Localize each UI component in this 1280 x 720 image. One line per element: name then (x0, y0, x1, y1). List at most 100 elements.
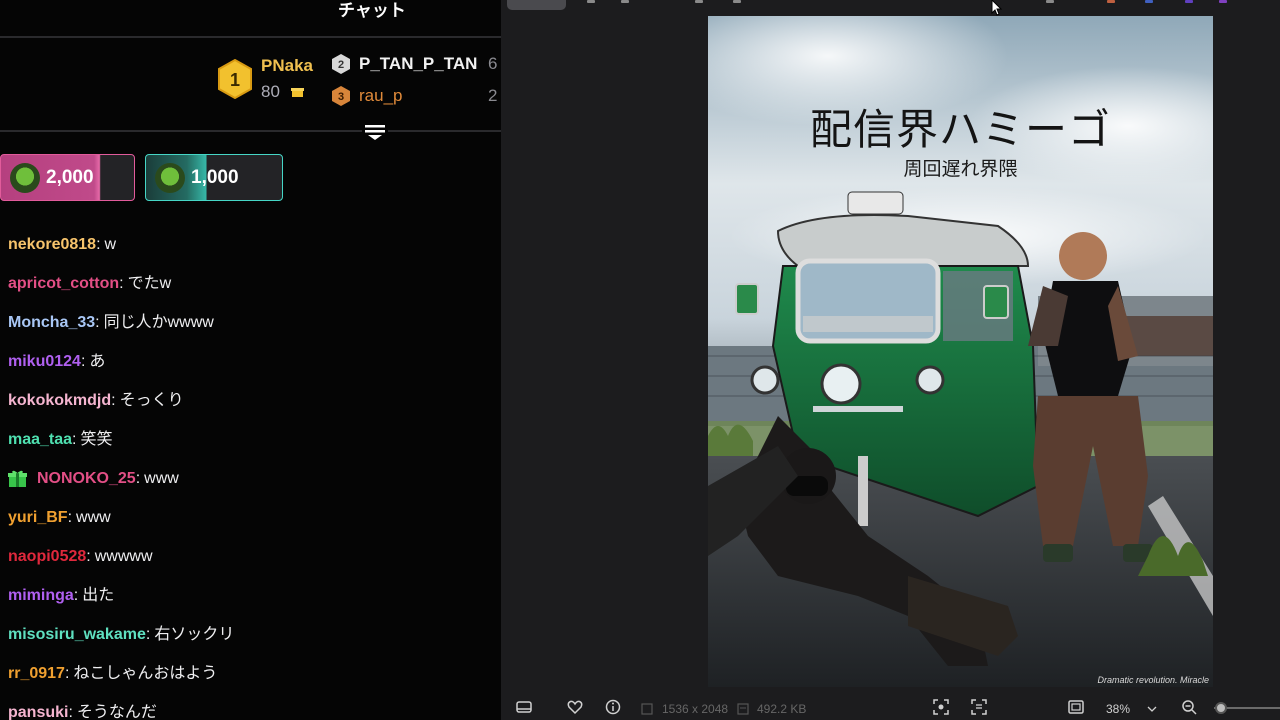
chat-message: NONOKO_25: www (8, 459, 498, 498)
chat-text: あ (89, 352, 106, 370)
chat-username[interactable]: Moncha_33 (8, 309, 95, 337)
hype-train-card[interactable]: 2,000 (0, 154, 135, 201)
chat-username[interactable]: naopi0528 (8, 543, 86, 571)
chat-username[interactable]: apricot_cotton (8, 270, 119, 298)
chat-message: apricot_cotton: でたw (8, 264, 498, 303)
chat-username[interactable]: yuri_BF (8, 504, 68, 532)
chat-text: w (104, 235, 117, 253)
avatar (155, 162, 185, 193)
file-size-icon (737, 703, 749, 715)
zoom-level[interactable]: 38% (1106, 702, 1130, 716)
toolbar-tool[interactable] (1219, 0, 1227, 3)
rank-3-number: 3 (338, 91, 344, 103)
heart-icon[interactable] (567, 699, 583, 715)
chat-text: ねこしゃんおはよう (73, 664, 218, 682)
chat-username[interactable]: miminga (8, 582, 74, 610)
header-divider (0, 36, 501, 38)
toolbar-tool[interactable] (621, 0, 629, 3)
avatar (10, 162, 40, 193)
chat-text: 右ソックリ (154, 625, 235, 643)
toolbar-tool[interactable] (733, 0, 741, 3)
chat-username[interactable]: nekore0818 (8, 231, 96, 259)
tab-active[interactable] (507, 0, 566, 10)
chat-username[interactable]: kokokokmdjd (8, 387, 111, 415)
chat-text: そうなんだ (76, 703, 157, 720)
bits-icon (291, 88, 304, 97)
toolbar-tool[interactable] (1145, 0, 1153, 3)
chat-text: そっくり (119, 391, 184, 409)
chat-text: 同じ人かwwww (103, 313, 214, 331)
text-scan-icon[interactable] (971, 699, 987, 715)
poster-image: 配信界ハミーゴ 周回遅れ界隈 Dramatic revolution. Mira… (708, 16, 1213, 687)
collapse-leaderboard-button[interactable] (362, 120, 388, 144)
viewer-top-toolbar (501, 0, 1280, 12)
image-viewer: 配信界ハミーゴ 周回遅れ界隈 Dramatic revolution. Mira… (501, 0, 1280, 720)
chat-separator: : (135, 469, 141, 487)
chat-text: www (76, 508, 111, 526)
chevron-down-icon[interactable] (1146, 703, 1158, 715)
chat-username[interactable]: misosiru_wakame (8, 621, 146, 649)
chat-title: チャット (338, 1, 406, 20)
poster-title: 配信界ハミーゴ (809, 105, 1111, 154)
chat-separator: : (68, 703, 73, 720)
chat-message: rr_0917: ねこしゃんおはよう (8, 654, 498, 693)
poster-subtitle: 周回遅れ界隈 (903, 158, 1018, 180)
toolbar-tool[interactable] (1107, 0, 1115, 3)
chat-separator: : (67, 508, 73, 526)
chat-separator: : (73, 586, 79, 604)
chat-separator: : (72, 430, 77, 448)
leader-1-score: 80 (261, 82, 280, 101)
leader-3-score: 2 (488, 86, 498, 105)
leader-2-name[interactable]: P_TAN_P_TAN (359, 54, 477, 74)
sidebar-toggle-icon[interactable] (516, 699, 532, 715)
chat-message: misosiru_wakame: 右ソックリ (8, 615, 498, 654)
chat-message: miku0124: あ (8, 342, 498, 381)
rank-1-badge-icon: 1 (218, 59, 252, 99)
info-icon[interactable] (605, 699, 621, 715)
chat-text: 笑笑 (80, 430, 113, 448)
focus-icon[interactable] (933, 699, 949, 715)
chat-text: でたw (127, 274, 172, 292)
chat-message: yuri_BF: www (8, 498, 498, 537)
fit-to-window-icon[interactable] (1068, 699, 1084, 715)
toolbar-tool[interactable] (695, 0, 703, 3)
chat-username[interactable]: pansuki (8, 699, 68, 720)
zoom-out-icon[interactable] (1181, 699, 1197, 715)
chat-message: miminga: 出た (8, 576, 498, 615)
chat-message: maa_taa: 笑笑 (8, 420, 498, 459)
chat-panel: チャット 1 PNaka 80 2 P_TAN_P_TAN 6 3 rau_p … (0, 0, 501, 720)
zoom-slider-handle[interactable] (1215, 702, 1227, 714)
toolbar-tool[interactable] (1046, 0, 1054, 3)
chat-separator: : (96, 235, 101, 253)
leader-3-name[interactable]: rau_p (359, 86, 402, 106)
chat-text: wwwww (94, 547, 153, 565)
chat-text: www (144, 469, 179, 487)
leader-2-score: 6 (488, 54, 498, 73)
chat-separator: : (86, 547, 91, 565)
chat-separator: : (80, 352, 86, 370)
toolbar-tool[interactable] (587, 0, 595, 3)
chat-username[interactable]: NONOKO_25 (37, 465, 136, 493)
leaderboard-divider (0, 130, 501, 132)
chat-username[interactable]: miku0124 (8, 348, 81, 376)
chat-message-list: nekore0818: w apricot_cotton: でたw Moncha_33:… (8, 225, 498, 720)
chat-message: nekore0818: w (8, 225, 498, 264)
toolbar-tool[interactable] (1185, 0, 1193, 3)
chat-username[interactable]: maa_taa (8, 426, 72, 454)
hype-train-card[interactable]: 1,000 (145, 154, 283, 201)
hype-amount: 1,000 (191, 166, 239, 188)
rank-2-number: 2 (338, 59, 344, 71)
chat-separator: : (64, 664, 70, 682)
dimensions-icon (641, 703, 653, 715)
leader-1-name[interactable]: PNaka (261, 56, 313, 76)
poster-credit: Dramatic revolution. Miracle (1097, 675, 1209, 685)
chat-message: naopi0528: wwwww (8, 537, 498, 576)
chat-separator: : (145, 625, 151, 643)
chat-username[interactable]: rr_0917 (8, 660, 65, 688)
hype-amount: 2,000 (46, 166, 94, 188)
rank-2-badge-icon: 2 (332, 54, 350, 74)
file-size: 492.2 KB (757, 702, 807, 716)
rank-3-badge-icon: 3 (332, 86, 350, 106)
chat-separator: : (111, 391, 116, 409)
chat-message: Moncha_33: 同じ人かwwww (8, 303, 498, 342)
